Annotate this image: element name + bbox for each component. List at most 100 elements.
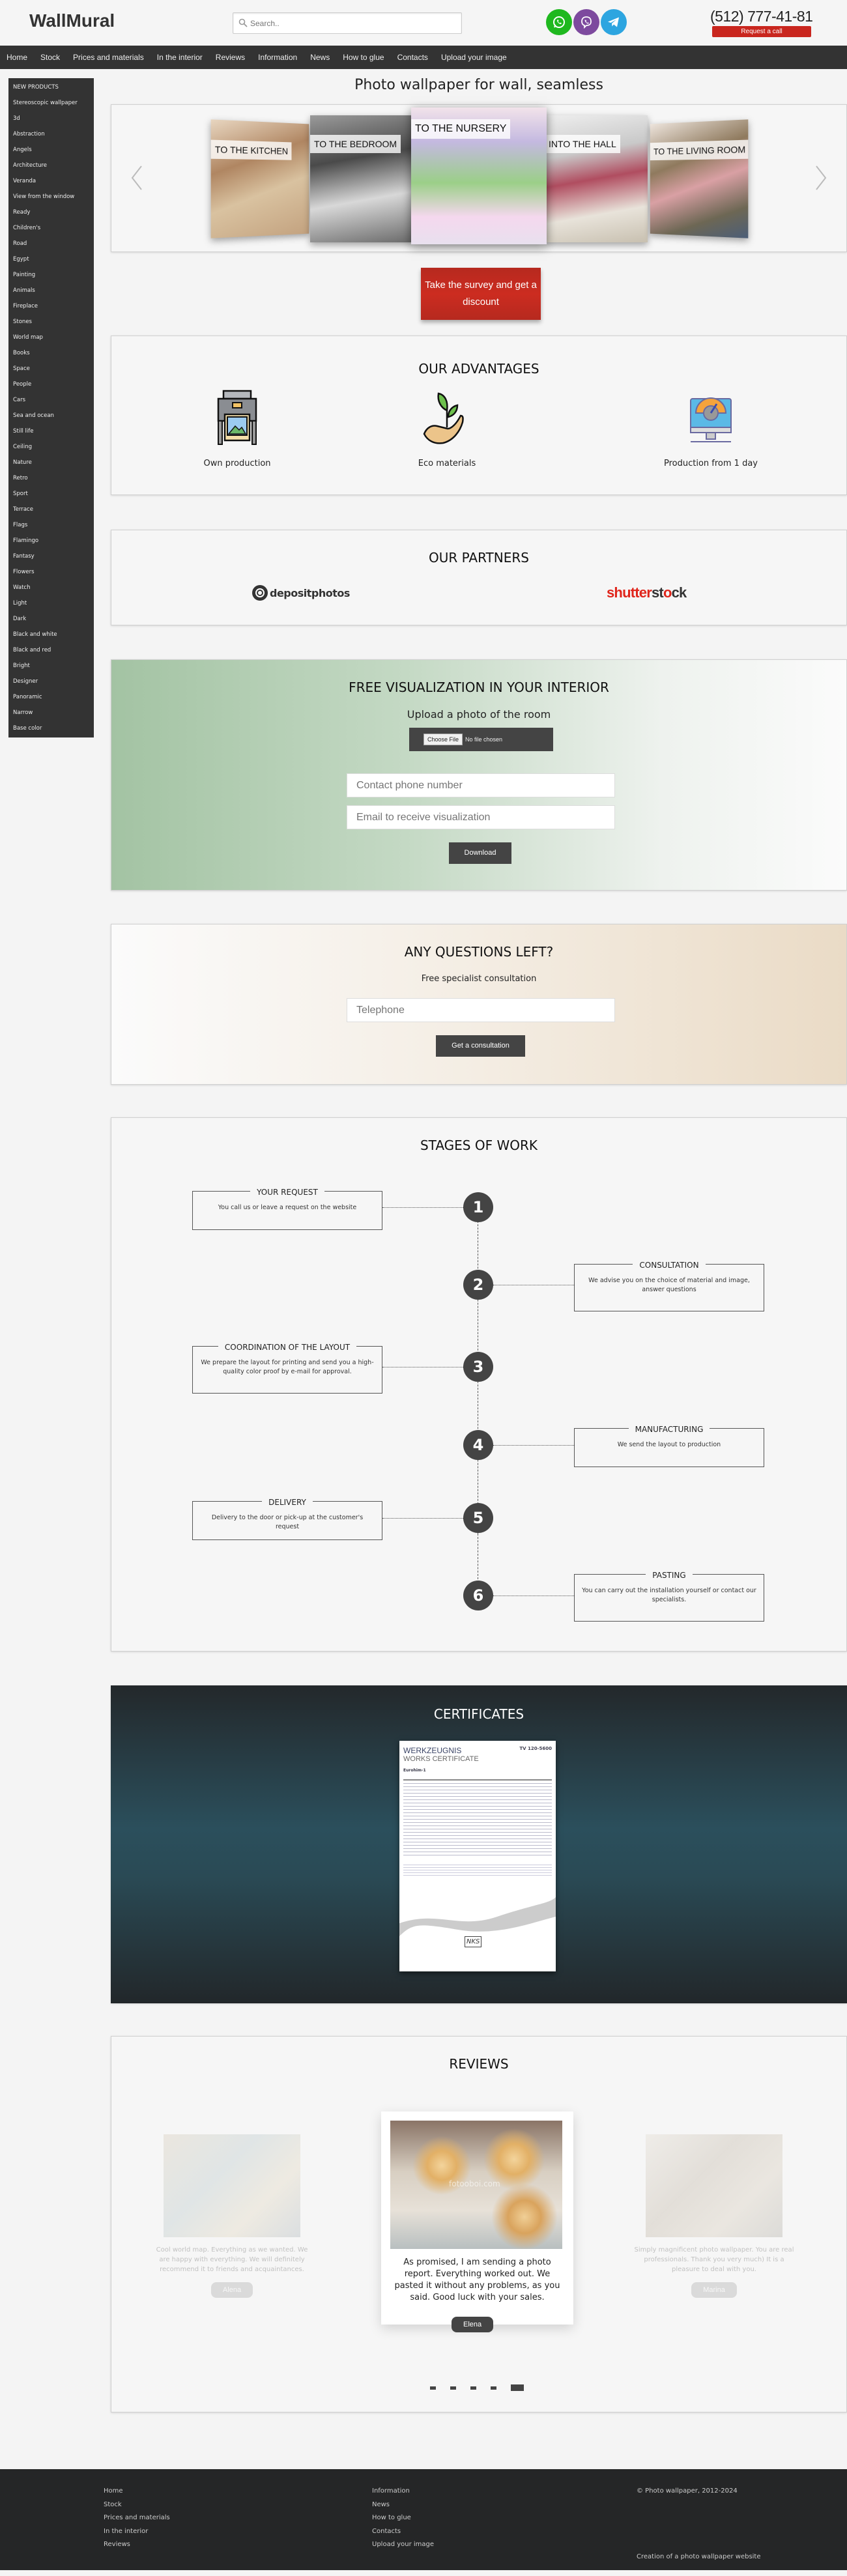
download-button[interactable]: Download	[449, 842, 511, 864]
sidebar-item[interactable]: Space	[8, 361, 94, 377]
sidebar-item[interactable]: People	[8, 377, 94, 392]
nav-prices[interactable]: Prices and materials	[73, 53, 144, 62]
nav-interior[interactable]: In the interior	[157, 53, 203, 62]
sidebar-item[interactable]: Fantasy	[8, 549, 94, 564]
pagination-dot[interactable]	[491, 2386, 496, 2390]
slide-label: INTO THE HALL	[545, 135, 620, 153]
sidebar-item[interactable]: Sport	[8, 486, 94, 502]
review-card-active[interactable]: fotooboi.com As promised, I am sending a…	[381, 2111, 573, 2332]
footer-link[interactable]: Contacts	[372, 2525, 434, 2539]
camera-logo-icon	[252, 585, 268, 601]
sidebar-item[interactable]: Painting	[8, 267, 94, 283]
slide-hall[interactable]: INTO THE HALL	[545, 115, 648, 242]
sidebar-item[interactable]: World map	[8, 330, 94, 345]
footer-link[interactable]: Prices and materials	[104, 2512, 170, 2525]
sidebar-item[interactable]: Stones	[8, 314, 94, 330]
review-card[interactable]: Cool world map. Everything as we wanted.…	[151, 2134, 313, 2298]
slide-kitchen[interactable]: TO THE KITCHEN	[210, 119, 309, 238]
email-input[interactable]	[347, 805, 615, 829]
contact-phone-input[interactable]	[347, 773, 615, 797]
sidebar-item[interactable]: Still life	[8, 423, 94, 439]
sidebar-item[interactable]: Architecture	[8, 158, 94, 173]
pagination-dot[interactable]	[470, 2386, 476, 2390]
sidebar-item[interactable]: NEW PRODUCTS	[8, 79, 94, 95]
nav-news[interactable]: News	[310, 53, 330, 62]
nav-stock[interactable]: Stock	[40, 53, 60, 62]
sidebar-item[interactable]: Veranda	[8, 173, 94, 189]
sidebar-item[interactable]: Sea and ocean	[8, 408, 94, 423]
sidebar-item[interactable]: 3d	[8, 111, 94, 126]
carousel-next-arrow[interactable]	[812, 165, 828, 191]
slide-living-room[interactable]: TO THE LIVING ROOM	[650, 119, 749, 238]
footer-link[interactable]: Information	[372, 2485, 434, 2498]
carousel-prev-arrow[interactable]	[130, 165, 145, 191]
sidebar-item[interactable]: Base color	[8, 721, 94, 736]
footer-link[interactable]: In the interior	[104, 2525, 170, 2539]
site-logo[interactable]: WallMural	[29, 10, 115, 31]
credit-link[interactable]: Creation of a photo wallpaper website	[637, 2551, 761, 2564]
sidebar-item[interactable]: Black and white	[8, 627, 94, 642]
partner-shutterstock[interactable]: shutterstock	[607, 584, 687, 601]
sidebar-item[interactable]: Designer	[8, 674, 94, 689]
sidebar-item[interactable]: Animals	[8, 283, 94, 298]
choose-file-button[interactable]: Choose File	[424, 734, 463, 745]
sidebar-item[interactable]: Angels	[8, 142, 94, 158]
footer-link[interactable]: Reviews	[104, 2538, 170, 2552]
footer-link[interactable]: Upload your image	[372, 2538, 434, 2552]
slide-bedroom[interactable]: TO THE BEDROOM	[310, 115, 413, 242]
sidebar-item[interactable]: Fireplace	[8, 298, 94, 314]
sidebar-item[interactable]: Road	[8, 236, 94, 251]
survey-discount-button[interactable]: Take the survey and get a discount	[421, 268, 541, 320]
sidebar-item[interactable]: Terrace	[8, 502, 94, 517]
sidebar-item[interactable]: View from the window	[8, 189, 94, 205]
footer-link[interactable]: News	[372, 2498, 434, 2512]
sidebar-item[interactable]: Ceiling	[8, 439, 94, 455]
slide-nursery[interactable]: TO THE NURSERY	[411, 107, 547, 244]
sidebar-item[interactable]: Panoramic	[8, 689, 94, 705]
pagination-dot[interactable]	[511, 2384, 524, 2391]
sidebar-item[interactable]: Retro	[8, 470, 94, 486]
sidebar-item[interactable]: Cars	[8, 392, 94, 408]
sidebar-item[interactable]: Ready	[8, 205, 94, 220]
nav-contacts[interactable]: Contacts	[397, 53, 428, 62]
sidebar-item[interactable]: Flamingo	[8, 533, 94, 549]
telegram-button[interactable]	[601, 9, 627, 35]
sidebar-item[interactable]: Black and red	[8, 642, 94, 658]
sidebar-item[interactable]: Children's	[8, 220, 94, 236]
get-consultation-button[interactable]: Get a consultation	[436, 1035, 525, 1057]
sidebar-item[interactable]: Books	[8, 345, 94, 361]
sidebar-item[interactable]: Nature	[8, 455, 94, 470]
file-upload[interactable]: Choose File No file chosen	[409, 728, 553, 751]
request-call-button[interactable]: Request a call	[712, 26, 811, 37]
sidebar-item[interactable]: Stereoscopic wallpaper	[8, 95, 94, 111]
pagination-dot[interactable]	[450, 2386, 456, 2390]
search-box[interactable]	[233, 12, 462, 34]
review-card[interactable]: Simply magnificent photo wallpaper. You …	[633, 2134, 796, 2298]
sidebar-item[interactable]: Narrow	[8, 705, 94, 721]
nav-information[interactable]: Information	[258, 53, 297, 62]
nav-home[interactable]: Home	[7, 53, 27, 62]
sidebar-item[interactable]: Egypt	[8, 251, 94, 267]
sidebar-item[interactable]: Dark	[8, 611, 94, 627]
sidebar-item[interactable]: Flags	[8, 517, 94, 533]
sidebar-item[interactable]: Watch	[8, 580, 94, 595]
nav-reviews[interactable]: Reviews	[216, 53, 245, 62]
partner-depositphotos[interactable]: depositphotos	[251, 584, 350, 601]
nav-upload[interactable]: Upload your image	[441, 53, 507, 62]
telephone-input[interactable]	[347, 998, 615, 1022]
nav-how-to-glue[interactable]: How to glue	[343, 53, 384, 62]
monitor-speedometer-icon	[690, 397, 732, 442]
pagination-dot[interactable]	[430, 2386, 436, 2390]
sidebar-item[interactable]: Light	[8, 595, 94, 611]
sidebar-item[interactable]: Abstraction	[8, 126, 94, 142]
phone-number[interactable]: (512) 777-41-81	[710, 8, 813, 25]
sidebar-item[interactable]: Bright	[8, 658, 94, 674]
footer-link[interactable]: How to glue	[372, 2512, 434, 2525]
sidebar-item[interactable]: Flowers	[8, 564, 94, 580]
footer-link[interactable]: Stock	[104, 2498, 170, 2512]
certificate-document[interactable]: TV 120-5600 WERKZEUGNIS WORKS CERTIFICAT…	[399, 1741, 556, 1971]
viber-button[interactable]	[573, 9, 599, 35]
footer-link[interactable]: Home	[104, 2485, 170, 2498]
search-input[interactable]	[250, 13, 459, 33]
whatsapp-button[interactable]	[546, 9, 572, 35]
